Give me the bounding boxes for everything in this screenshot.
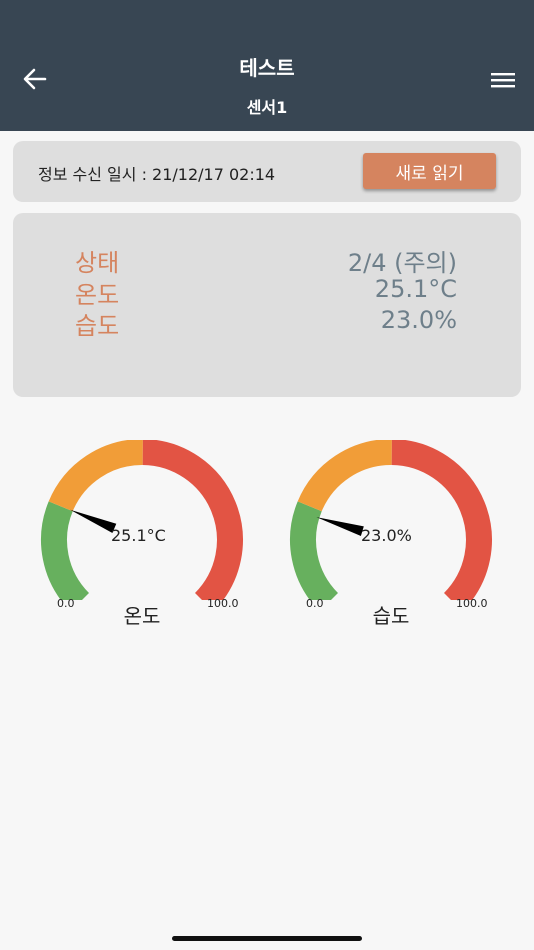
status-row: 상태 2/4 (주의) [13,243,521,277]
status-card: 상태 2/4 (주의) 온도 25.1°C 습도 23.0% [13,213,521,397]
app-header: 테스트 센서1 [0,0,534,131]
home-indicator [172,936,362,941]
temperature-row: 온도 25.1°C [13,275,521,309]
gauge-orange-zone [48,440,144,512]
gauge-needle [316,517,364,536]
gauge-value: 23.0% [361,526,412,545]
gauge-orange-zone [297,440,393,512]
gauge-name: 온도 [123,604,161,628]
status-label: 상태 [75,249,120,277]
temperature-value: 25.1°C [374,275,457,303]
temperature-label: 온도 [75,281,120,309]
humidity-gauge-dial [290,440,492,600]
gauge-name: 습도 [372,604,410,628]
page-subtitle: 센서1 [246,98,288,117]
humidity-gauge: 23.0% 0.0 100.0 습도 [276,440,506,630]
hamburger-menu-icon [491,73,515,88]
gauge-green-zone [41,501,90,600]
menu-button[interactable] [488,66,518,94]
page-title: 테스트 [239,56,295,80]
humidity-value: 23.0% [380,306,457,334]
gauge-needle [70,509,117,533]
status-value: 2/4 (주의) [347,249,457,277]
temperature-gauge-dial [41,440,243,600]
received-datetime: 정보 수신 일시 : 21/12/17 02:14 [38,165,276,184]
temperature-gauge: 25.1°C 0.0 100.0 온도 [27,440,257,630]
humidity-label: 습도 [75,312,120,340]
info-bar: 정보 수신 일시 : 21/12/17 02:14 새로 읽기 [13,141,521,202]
refresh-button[interactable]: 새로 읽기 [363,153,496,189]
gauge-value: 25.1°C [111,526,166,545]
humidity-row: 습도 23.0% [13,306,521,340]
